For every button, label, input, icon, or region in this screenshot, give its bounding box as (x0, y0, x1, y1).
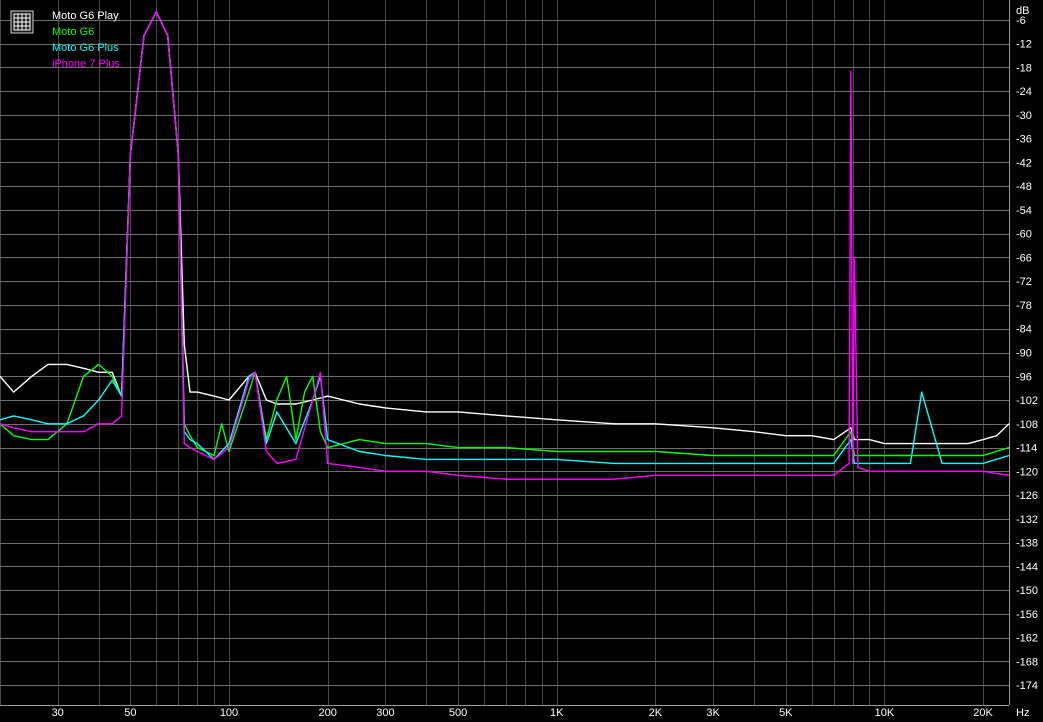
y-tick-label: -108 (1016, 419, 1038, 431)
y-tick-label: -42 (1016, 157, 1032, 169)
y-tick-label: -156 (1016, 609, 1038, 621)
y-tick-label: -54 (1016, 205, 1032, 217)
y-tick-label: -24 (1016, 86, 1032, 98)
x-tick-label: 5K (779, 707, 793, 719)
y-tick-label: -102 (1016, 395, 1038, 407)
legend-entry-moto-g6: Moto G6 (52, 26, 94, 38)
y-tick-label: -90 (1016, 348, 1032, 360)
x-tick-label: 50 (124, 707, 136, 719)
y-tick-label: -72 (1016, 276, 1032, 288)
y-tick-label: -174 (1016, 680, 1038, 692)
y-tick-label: -18 (1016, 62, 1032, 74)
y-tick-label: -162 (1016, 633, 1038, 645)
y-tick-label: -144 (1016, 561, 1038, 573)
y-tick-label: -60 (1016, 229, 1032, 241)
y-tick-label: -12 (1016, 39, 1032, 51)
y-tick-label: -168 (1016, 656, 1038, 668)
y-tick-label: -78 (1016, 300, 1032, 312)
y-tick-label: -126 (1016, 490, 1038, 502)
x-tick-label: 100 (220, 707, 238, 719)
y-tick-label: -66 (1016, 252, 1032, 264)
y-tick-label: -138 (1016, 538, 1038, 550)
y-tick-label: -120 (1016, 466, 1038, 478)
legend-entry-moto-g6-plus: Moto G6 Plus (52, 42, 119, 54)
y-tick-label: -150 (1016, 585, 1038, 597)
legend-toggle-icon[interactable] (10, 10, 34, 34)
x-tick-label: 30 (52, 707, 64, 719)
x-tick-label: 200 (319, 707, 337, 719)
x-tick-label: 2K (649, 707, 663, 719)
y-tick-label: -114 (1016, 443, 1037, 455)
x-tick-label: 300 (376, 707, 394, 719)
y-tick-label: -84 (1016, 324, 1032, 336)
y-tick-label: -132 (1016, 514, 1038, 526)
x-tick-label: 3K (706, 707, 720, 719)
y-tick-label: -36 (1016, 134, 1032, 146)
x-tick-label: 10K (875, 707, 895, 719)
legend-entry-iphone-7-plus: iPhone 7 Plus (52, 58, 120, 70)
spectrum-chart: 30 50 100 200 300 500 1K 2K 3K 5K 10K 20K -6-12-18-… (0, 0, 1043, 722)
x-axis-unit: Hz (1016, 707, 1029, 719)
y-tick-label: -30 (1016, 110, 1032, 122)
legend-entry-moto-g6-play: Moto G6 Play (52, 10, 119, 22)
x-tick-label: 1K (550, 707, 564, 719)
x-tick-label: 20K (973, 707, 993, 719)
y-tick-label: -96 (1016, 371, 1032, 383)
y-axis-unit: dB (1016, 5, 1029, 17)
y-tick-label: -48 (1016, 181, 1032, 193)
x-tick-label: 500 (449, 707, 467, 719)
